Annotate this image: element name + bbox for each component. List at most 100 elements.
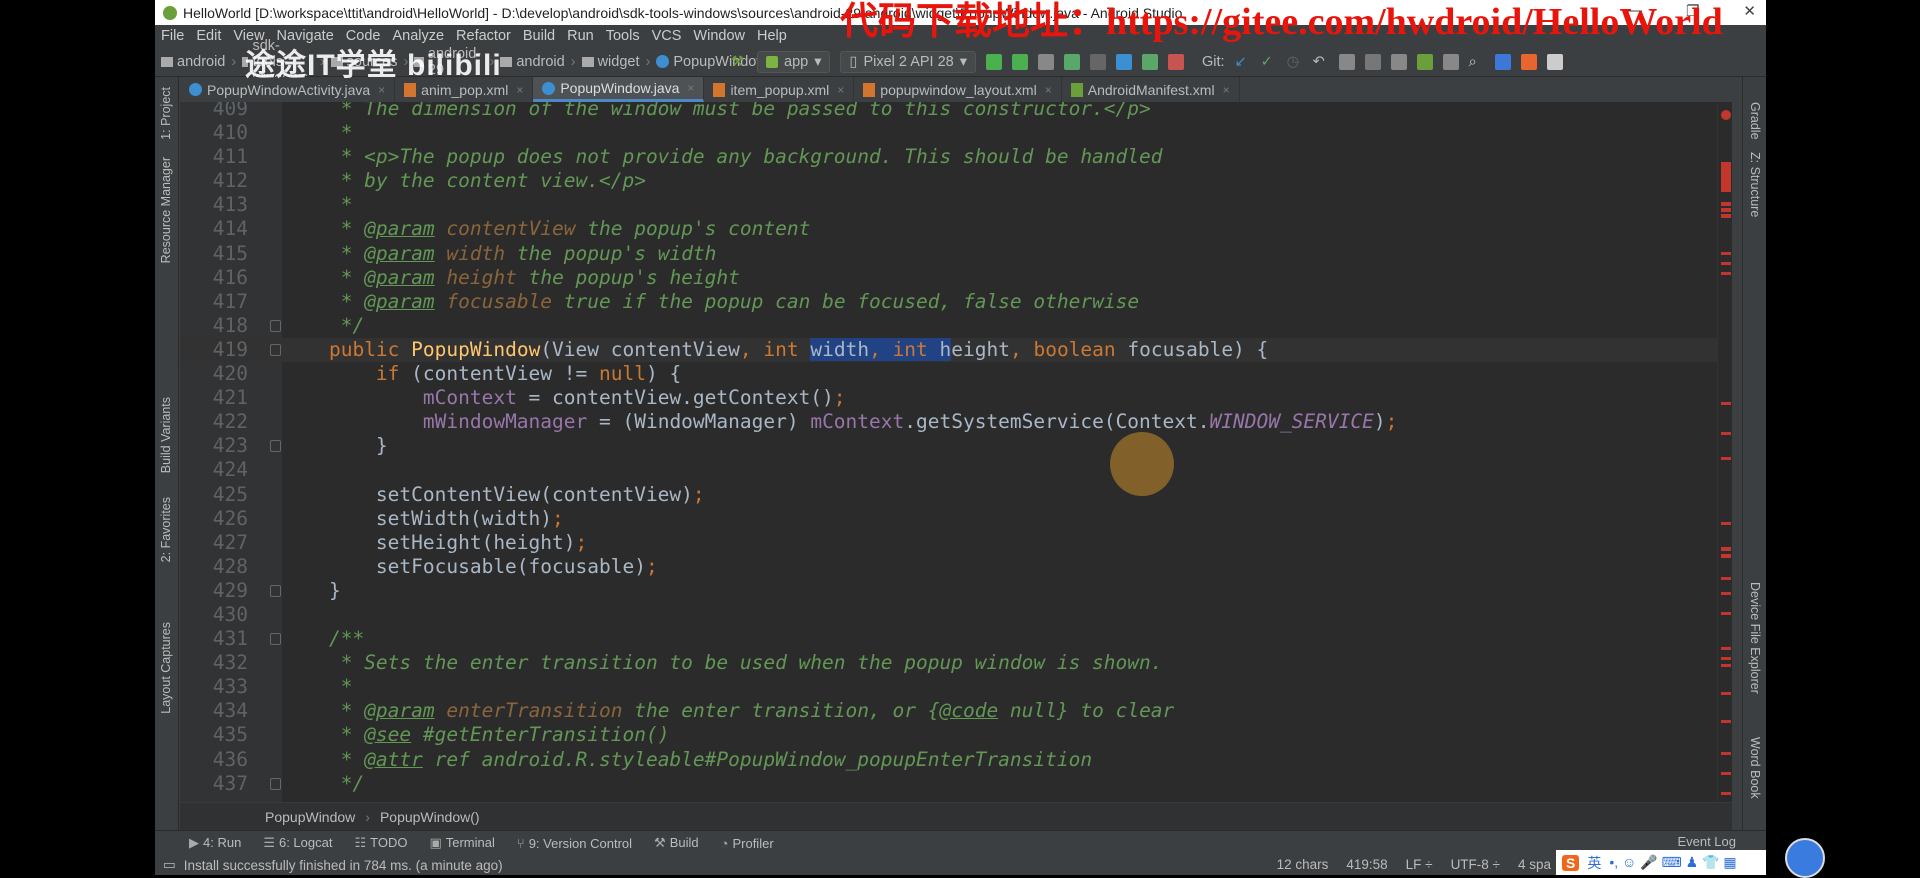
tool-window-todo[interactable]: ☷ TODO (354, 835, 407, 851)
tool-window-profiler[interactable]: ◔ Profiler (721, 836, 774, 851)
tool-window-9-version-control[interactable]: ⑂ 9: Version Control (517, 836, 632, 851)
error-stripe-mark[interactable] (1721, 252, 1731, 255)
revert-icon[interactable]: ↶ (1313, 54, 1329, 70)
tool-window-terminal[interactable]: ▣ Terminal (429, 835, 494, 851)
tab-androidmanifest-xml[interactable]: AndroidManifest.xml × (1062, 77, 1240, 102)
event-log-button[interactable]: Event Log (1677, 834, 1736, 849)
debug-icon[interactable] (1064, 53, 1081, 70)
close-tab-icon[interactable]: × (516, 83, 523, 97)
tool-layout-captures[interactable]: Layout Captures (159, 622, 173, 714)
error-stripe-mark[interactable] (1721, 432, 1731, 435)
translate-icon[interactable] (1494, 53, 1511, 70)
error-stripe-mark[interactable] (1721, 664, 1731, 667)
close-tab-icon[interactable]: × (1045, 83, 1052, 97)
attach-icon[interactable] (1090, 53, 1107, 70)
breadcrumb-item[interactable]: widget (581, 54, 639, 70)
close-tab-icon[interactable]: × (1223, 83, 1230, 97)
tab-item_popup-xml[interactable]: item_popup.xml × (704, 77, 855, 102)
caret-position[interactable]: 419:58 (1346, 857, 1387, 872)
error-stripe-mark[interactable] (1721, 657, 1731, 660)
fold-marker-icon[interactable] (270, 343, 281, 356)
sogou-logo-icon[interactable]: S (1562, 854, 1580, 871)
git-commit-icon[interactable]: ✓ (1261, 54, 1277, 70)
breadcrumb-method[interactable]: PopupWindow() (380, 809, 480, 825)
tool-window-6-logcat[interactable]: ☰ 6: Logcat (263, 835, 332, 851)
tab-popupwindow_layout-xml[interactable]: popupwindow_layout.xml × (854, 77, 1062, 102)
close-tab-icon[interactable]: × (687, 81, 694, 95)
error-stripe-mark[interactable] (1721, 720, 1731, 723)
breadcrumb-item[interactable]: android (500, 54, 565, 70)
ime-tools[interactable]: •, ☺ 🎤 ⌨ ♟ 👕 ▦ (1609, 854, 1736, 871)
search-icon[interactable]: ⌕ (1469, 54, 1485, 70)
code-editor[interactable]: 409 * The dimension of the window must b… (180, 102, 1732, 802)
coverage-icon[interactable] (1038, 53, 1055, 70)
fold-marker-icon[interactable] (270, 777, 281, 790)
error-stripe-mark[interactable] (1721, 214, 1731, 218)
device-dropdown[interactable]: ▯ Pixel 2 API 28 ▾ (840, 50, 977, 73)
status-message[interactable]: Install successfully finished in 784 ms.… (184, 858, 503, 873)
error-stripe-mark[interactable] (1721, 208, 1731, 212)
error-stripe-mark[interactable] (1721, 402, 1731, 405)
tool-device-file-explorer[interactable]: Device File Explorer (1748, 582, 1762, 694)
error-stripe-mark[interactable] (1721, 457, 1731, 460)
tool-resource-manager[interactable]: Resource Manager (159, 157, 173, 263)
close-tab-icon[interactable]: × (378, 83, 385, 97)
tab-popupwindow-java[interactable]: PopupWindow.java × (533, 77, 705, 102)
error-stripe-mark[interactable] (1721, 577, 1731, 580)
error-stripe-mark[interactable] (1721, 547, 1731, 551)
apply-code-changes-icon[interactable] (1012, 53, 1029, 70)
indent-setting[interactable]: 4 spa (1518, 857, 1551, 872)
apply-changes-icon[interactable] (986, 53, 1003, 70)
close-tab-icon[interactable]: × (837, 83, 844, 97)
tool-window-build[interactable]: ⚒ Build (654, 835, 699, 851)
fold-marker-icon[interactable] (270, 584, 281, 597)
error-stripe-mark[interactable] (1721, 522, 1731, 525)
project-structure-icon[interactable] (1338, 53, 1355, 70)
tool-window-4-run[interactable]: ▶ 4: Run (189, 835, 241, 851)
error-stripe-scrollbar[interactable] (1717, 102, 1732, 802)
error-stripe-mark[interactable] (1721, 110, 1731, 120)
error-stripe-mark[interactable] (1721, 162, 1731, 192)
build-hammer-icon[interactable]: ⚒ (731, 54, 747, 70)
error-stripe-mark[interactable] (1721, 592, 1731, 595)
error-stripe-mark[interactable] (1721, 554, 1731, 558)
error-stripe-mark[interactable] (1721, 772, 1731, 775)
avd-manager-icon[interactable] (1416, 53, 1433, 70)
breadcrumb-item[interactable]: android (161, 54, 225, 70)
fold-marker-icon[interactable] (270, 440, 281, 453)
fold-marker-icon[interactable] (270, 319, 281, 332)
profile-icon[interactable] (1116, 53, 1133, 70)
breadcrumb-class[interactable]: PopupWindow (265, 809, 355, 825)
error-stripe-mark[interactable] (1721, 202, 1731, 206)
error-stripe-mark[interactable] (1721, 792, 1731, 795)
file-encoding[interactable]: UTF-8 ÷ (1451, 857, 1500, 872)
error-stripe-mark[interactable] (1721, 692, 1731, 695)
ime-language[interactable]: 英 (1587, 853, 1601, 873)
breadcrumb-item[interactable]: PopupWindow (656, 54, 767, 70)
error-stripe-mark[interactable] (1721, 272, 1731, 275)
menu-help[interactable]: Help (757, 28, 787, 44)
error-stripe-mark[interactable] (1721, 647, 1731, 650)
sdk-manager-icon[interactable] (1442, 53, 1459, 70)
stop-icon[interactable] (1168, 53, 1185, 70)
fold-marker-icon[interactable] (270, 633, 281, 646)
git-update-icon[interactable]: ↙ (1235, 54, 1251, 70)
error-stripe-mark[interactable] (1721, 612, 1731, 615)
line-separator[interactable]: LF ÷ (1406, 857, 1433, 872)
tool-word-book[interactable]: Word Book (1748, 737, 1762, 799)
tool-z-structure[interactable]: Z: Structure (1748, 152, 1762, 217)
tool-2-favorites[interactable]: 2: Favorites (159, 497, 173, 562)
tool-1-project[interactable]: 1: Project (159, 87, 173, 140)
error-stripe-mark[interactable] (1721, 262, 1731, 265)
sync-gradle-icon[interactable] (1390, 53, 1407, 70)
translate-alt-icon[interactable] (1520, 53, 1537, 70)
attach-debugger-icon[interactable] (1142, 53, 1159, 70)
tool-gradle[interactable]: Gradle (1748, 102, 1762, 140)
user-avatar-icon[interactable] (1546, 53, 1563, 70)
error-stripe-mark[interactable] (1721, 752, 1731, 755)
history-icon[interactable]: ◷ (1287, 54, 1303, 70)
close-button[interactable]: ✕ (1743, 2, 1756, 20)
run-config-dropdown[interactable]: app ▾ (757, 50, 831, 73)
tool-build-variants[interactable]: Build Variants (159, 397, 173, 473)
layout-inspector-icon[interactable] (1364, 53, 1381, 70)
